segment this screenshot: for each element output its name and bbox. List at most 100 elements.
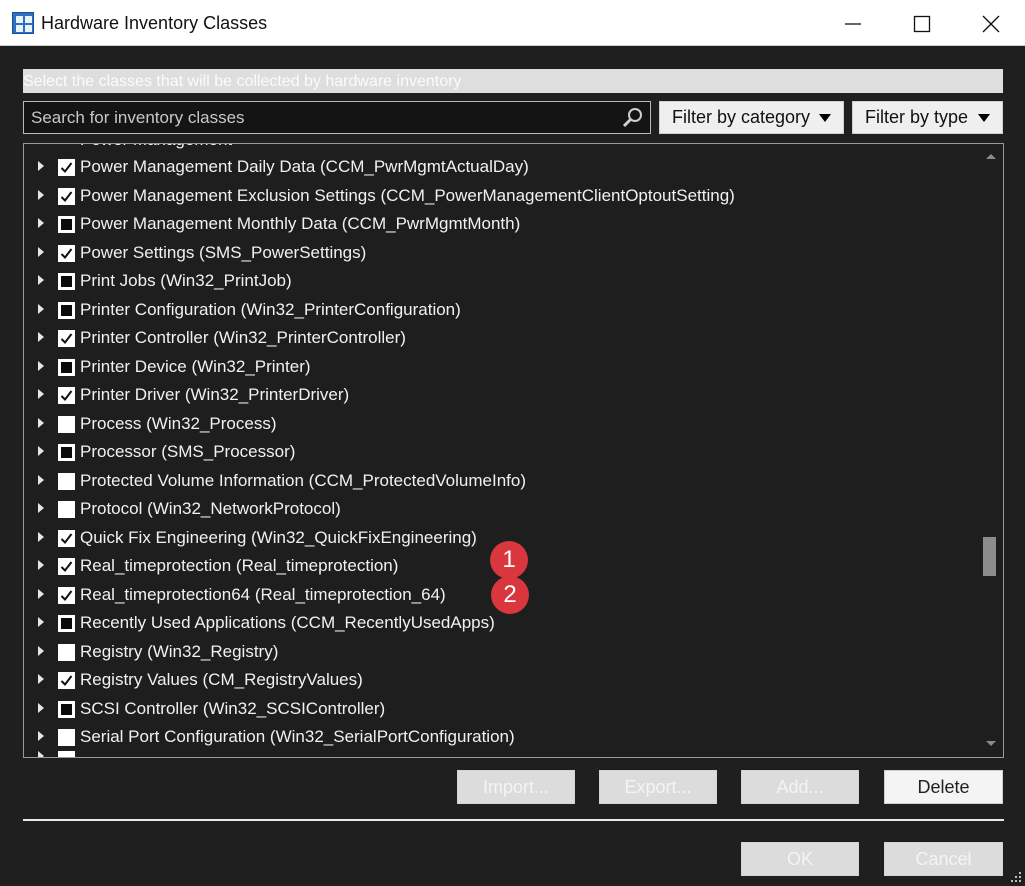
list-item-label: Printer Driver (Win32_PrinterDriver) <box>80 385 350 404</box>
class-checkbox[interactable] <box>58 387 75 404</box>
list-item[interactable]: Printer Driver (Win32_PrinterDriver) <box>24 380 974 408</box>
class-checkbox[interactable] <box>58 187 75 205</box>
class-checkbox[interactable] <box>58 244 75 262</box>
class-checkbox[interactable] <box>58 159 75 176</box>
filter-by-category-dropdown[interactable]: Filter by category <box>659 101 844 134</box>
list-item-label: Power Management Daily Data (CCM_PwrMgmt… <box>80 157 529 176</box>
class-checkbox[interactable] <box>58 301 75 319</box>
list-item[interactable]: Printer Configuration (Win32_PrinterConf… <box>24 295 974 323</box>
inventory-class-list[interactable]: Power Management Power Management Daily … <box>23 143 1004 758</box>
search-icon[interactable] <box>622 107 644 129</box>
class-checkbox[interactable] <box>58 472 75 490</box>
list-item-label: Printer Device (Win32_Printer) <box>80 356 311 376</box>
maximize-button[interactable] <box>887 0 956 46</box>
expand-arrow-icon[interactable] <box>38 645 44 656</box>
expand-arrow-icon[interactable] <box>38 560 44 570</box>
list-item[interactable]: Recently Used Applications (CCM_Recently… <box>24 608 974 636</box>
filter-by-type-dropdown[interactable]: Filter by type <box>852 101 1003 134</box>
expand-arrow-icon[interactable] <box>38 332 44 342</box>
list-item[interactable]: SCSI Controller (Win32_SCSIController) <box>24 694 974 722</box>
list-item-label: Printer Configuration (Win32_PrinterConf… <box>80 299 461 319</box>
expand-arrow-icon[interactable] <box>38 503 44 513</box>
class-checkbox[interactable] <box>58 501 75 518</box>
divider <box>23 819 1004 821</box>
scrollbar-thumb[interactable] <box>983 537 996 576</box>
list-item-label: Registry Values (CM_RegistryValues) <box>80 670 363 689</box>
class-checkbox[interactable] <box>58 216 75 233</box>
class-checkbox[interactable] <box>58 415 75 433</box>
expand-arrow-icon[interactable] <box>38 360 44 371</box>
window-title: Hardware Inventory Classes <box>41 13 268 33</box>
expand-arrow-icon[interactable] <box>38 474 44 485</box>
scroll-down-arrow-icon[interactable] <box>986 741 996 746</box>
vertical-scrollbar[interactable] <box>981 145 1003 756</box>
checkmark-icon <box>60 247 73 259</box>
search-box[interactable] <box>23 101 651 134</box>
list-item[interactable]: Serial Port Configuration (Win32_SerialP… <box>24 722 974 750</box>
expand-arrow-icon[interactable] <box>38 588 44 599</box>
scroll-up-arrow-icon[interactable] <box>986 154 996 159</box>
list-item[interactable]: Registry (Win32_Registry) <box>24 637 974 665</box>
instruction-text: Select the classes that will be collecte… <box>23 69 1003 93</box>
list-item[interactable]: Process (Win32_Process) <box>24 409 974 437</box>
class-checkbox[interactable] <box>58 330 75 347</box>
minimize-icon <box>845 23 861 25</box>
list-item-partial-bottom <box>24 749 974 757</box>
expand-arrow-icon[interactable] <box>38 702 44 713</box>
expand-arrow-icon[interactable] <box>38 218 44 228</box>
list-item[interactable]: Processor (SMS_Processor) <box>24 437 974 465</box>
close-button[interactable] <box>956 0 1025 46</box>
chevron-down-icon <box>978 114 990 122</box>
list-item[interactable]: Power Settings (SMS_PowerSettings) <box>24 238 974 266</box>
delete-button[interactable]: Delete <box>884 770 1003 804</box>
import-button[interactable]: Import... <box>457 770 575 804</box>
list-item[interactable]: Power Management Exclusion Settings (CCM… <box>24 181 974 209</box>
list-item[interactable]: Protocol (Win32_NetworkProtocol) <box>24 494 974 522</box>
add-button[interactable]: Add... <box>741 770 859 804</box>
class-checkbox[interactable] <box>58 700 75 718</box>
list-item-partial-top: Power Management <box>24 144 974 150</box>
class-checkbox[interactable] <box>58 444 75 461</box>
search-input[interactable] <box>25 103 615 132</box>
title-bar[interactable]: Hardware Inventory Classes <box>0 0 1025 46</box>
expand-arrow-icon[interactable] <box>38 246 44 257</box>
list-item-label: Protocol (Win32_NetworkProtocol) <box>80 499 341 518</box>
class-checkbox[interactable] <box>58 643 75 661</box>
list-item-label: Registry (Win32_Registry) <box>80 641 279 661</box>
list-item[interactable]: Registry Values (CM_RegistryValues) <box>24 665 974 693</box>
list-item[interactable]: Printer Device (Win32_Printer) <box>24 352 974 380</box>
class-checkbox[interactable] <box>58 586 75 604</box>
class-checkbox[interactable] <box>58 558 75 575</box>
class-checkbox[interactable] <box>58 729 75 746</box>
expand-arrow-icon[interactable] <box>38 531 44 542</box>
expand-arrow-icon[interactable] <box>38 446 44 456</box>
expand-arrow-icon[interactable] <box>38 731 44 741</box>
export-button[interactable]: Export... <box>599 770 717 804</box>
close-icon <box>982 15 1000 33</box>
resize-grip-icon[interactable] <box>1009 870 1023 884</box>
class-checkbox[interactable] <box>58 529 75 547</box>
expand-arrow-icon[interactable] <box>38 303 44 314</box>
expand-arrow-icon[interactable] <box>38 389 44 399</box>
expand-arrow-icon[interactable] <box>38 674 44 684</box>
list-item[interactable]: Power Management Daily Data (CCM_PwrMgmt… <box>24 152 974 180</box>
class-checkbox[interactable] <box>58 672 75 689</box>
expand-arrow-icon[interactable] <box>38 161 44 171</box>
list-item[interactable]: Print Jobs (Win32_PrintJob) <box>24 266 974 294</box>
class-checkbox[interactable] <box>58 615 75 632</box>
expand-arrow-icon[interactable] <box>38 189 44 200</box>
class-checkbox[interactable] <box>58 358 75 376</box>
expand-arrow-icon[interactable] <box>38 417 44 428</box>
minimize-button[interactable] <box>818 0 887 46</box>
expand-arrow-icon[interactable] <box>38 275 44 285</box>
list-item[interactable]: Protected Volume Information (CCM_Protec… <box>24 466 974 494</box>
checkmark-icon <box>60 190 73 202</box>
ok-button[interactable]: OK <box>741 842 859 876</box>
list-item[interactable]: Printer Controller (Win32_PrinterControl… <box>24 323 974 351</box>
expand-arrow-icon[interactable] <box>38 617 44 627</box>
list-item[interactable]: Power Management Monthly Data (CCM_PwrMg… <box>24 209 974 237</box>
checkmark-icon <box>60 162 73 174</box>
chevron-down-icon <box>819 114 831 122</box>
cancel-button[interactable]: Cancel <box>884 842 1003 876</box>
class-checkbox[interactable] <box>58 273 75 290</box>
